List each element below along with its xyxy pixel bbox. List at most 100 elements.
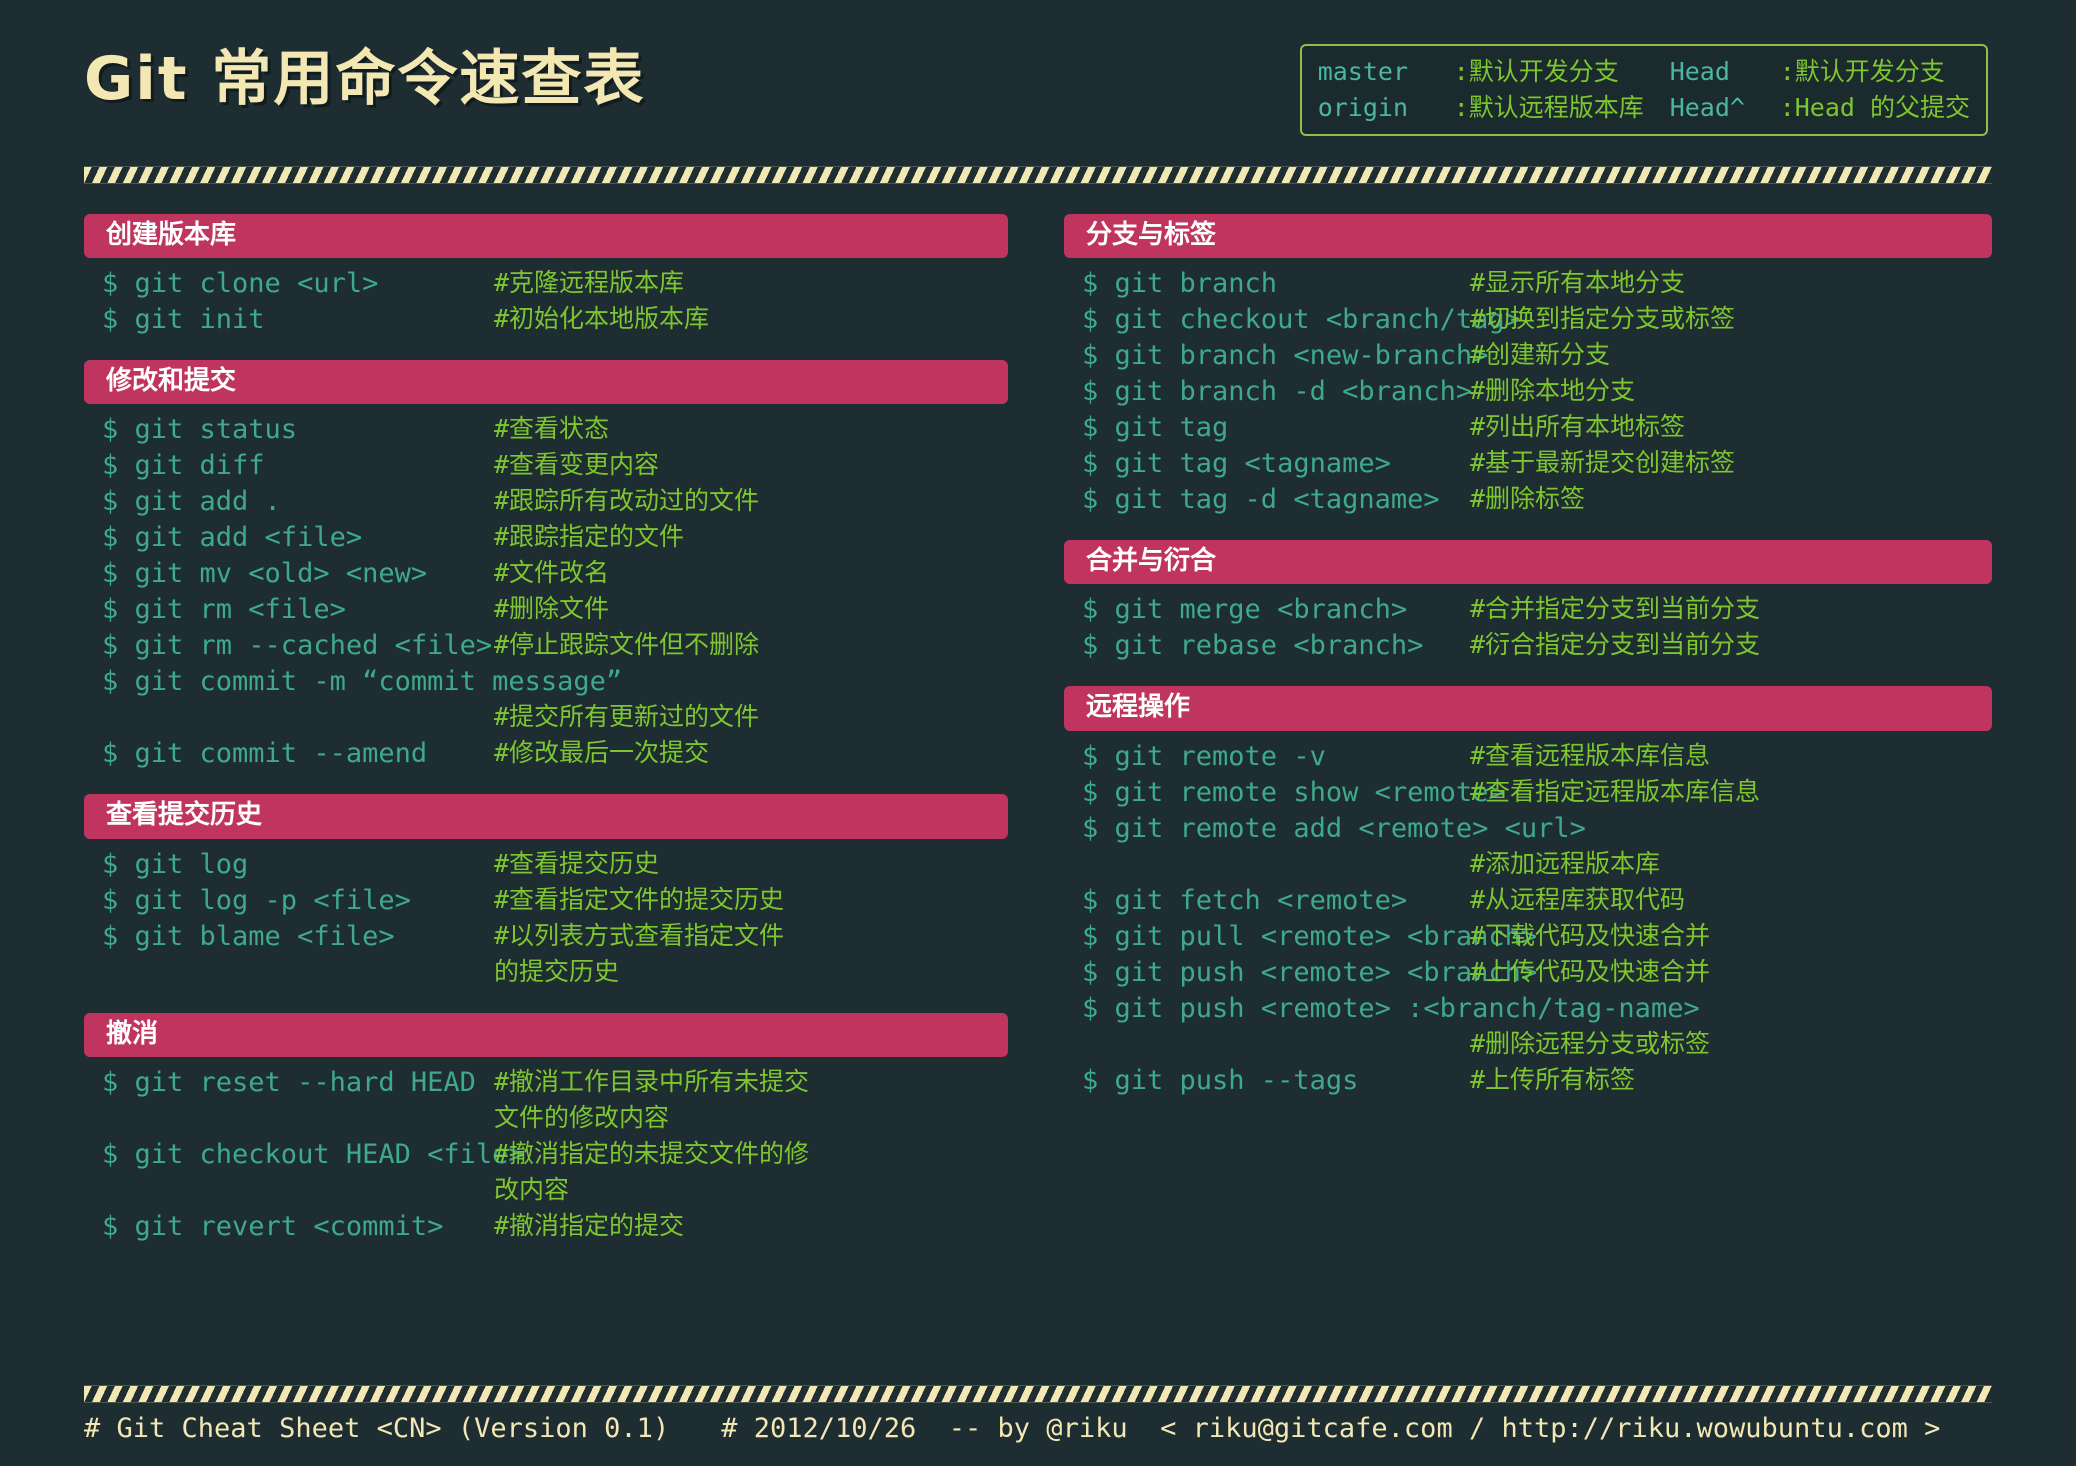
command-row: $ git branch <new-branch> #创建新分支 xyxy=(1082,338,1992,374)
command-row: $ git rm --cached <file> #停止跟踪文件但不删除 xyxy=(102,628,1008,664)
command-row: $ git merge <branch> #合并指定分支到当前分支 xyxy=(1082,592,1992,628)
legend-desc-head: :默认开发分支 xyxy=(1779,57,1945,86)
command-row: $ git remote -v #查看远程版本库信息 xyxy=(1082,739,1992,775)
command-comment: 文件的修改内容 xyxy=(494,1102,670,1132)
command-list: $ git clone <url> #克隆远程版本库 $ git init #初始化本… xyxy=(84,266,1008,338)
command-row: $ git commit --amend #修改最后一次提交 xyxy=(102,736,1008,772)
command-text: $ git reset --hard HEAD xyxy=(102,1066,476,1098)
command-text: $ git blame <file> xyxy=(102,920,395,952)
footer-credit: # 2012/10/26 -- by @riku < riku@gitcafe.… xyxy=(721,1413,1941,1444)
page-header: Git 常用命令速查表 master :默认开发分支 Head :默认开发分支 … xyxy=(70,0,2006,160)
command-comment: #上传代码及快速合并 xyxy=(1470,956,1711,986)
command-row: 的提交历史 xyxy=(102,955,1008,991)
footer-text-row: # Git Cheat Sheet <CN> (Version 0.1) # 2… xyxy=(70,1403,2006,1444)
divider-stripes-bottom xyxy=(84,1385,1992,1403)
command-row: $ git mv <old> <new> #文件改名 xyxy=(102,556,1008,592)
command-text xyxy=(102,1101,494,1137)
section: 修改和提交 $ git status #查看状态 $ git diff #查看变更内容 $… xyxy=(84,360,1008,772)
command-text: $ git rebase <branch> xyxy=(1082,630,1424,662)
command-comment: #以列表方式查看指定文件 xyxy=(494,920,785,950)
command-text: $ git branch -d <branch> xyxy=(1082,376,1473,408)
divider-stripes-top xyxy=(84,166,1992,184)
command-text: $ git push <remote> <branch> xyxy=(1082,956,1538,988)
command-comment: #初始化本地版本库 xyxy=(494,304,710,334)
command-text: $ git log xyxy=(102,848,249,880)
command-text: $ git revert <commit> xyxy=(102,1210,444,1242)
legend-cell-master: master :默认开发分支 xyxy=(1318,54,1670,90)
command-row: $ git remote add <remote> <url> xyxy=(1082,811,1992,847)
section: 查看提交历史 $ git log #查看提交历史 $ git log -p <file… xyxy=(84,794,1008,990)
legend-term-master: master xyxy=(1317,57,1408,86)
command-text: $ git branch <new-branch> xyxy=(1082,340,1489,372)
command-row: $ git tag #列出所有本地标签 xyxy=(1082,410,1992,446)
command-comment: #衍合指定分支到当前分支 xyxy=(1470,630,1761,660)
command-text: $ git remote -v xyxy=(1082,740,1326,772)
command-comment: #下载代码及快速合并 xyxy=(1470,920,1711,950)
command-comment: #创建新分支 xyxy=(1470,340,1611,370)
command-list: $ git remote -v #查看远程版本库信息 $ git remote sh… xyxy=(1064,739,1992,1099)
command-comment: #删除远程分支或标签 xyxy=(1470,1028,1711,1058)
command-text: $ git branch xyxy=(1082,268,1278,300)
legend-row: origin :默认远程版本库 Head^ :Head 的父提交 xyxy=(1318,90,1970,126)
command-text: $ git fetch <remote> xyxy=(1082,884,1408,916)
command-text: $ git commit --amend xyxy=(102,738,428,770)
page-footer: # Git Cheat Sheet <CN> (Version 0.1) # 2… xyxy=(70,1385,2006,1444)
command-text: $ git checkout <branch/tag> xyxy=(1082,304,1521,336)
command-row: $ git tag -d <tagname> #删除标签 xyxy=(1082,482,1992,518)
command-row: $ git commit -m “commit message” xyxy=(102,664,1008,700)
command-row: $ git reset --hard HEAD #撤消工作目录中所有未提交 xyxy=(102,1065,1008,1101)
command-text: $ git add . xyxy=(102,486,281,518)
legend-row: master :默认开发分支 Head :默认开发分支 xyxy=(1318,54,1970,90)
command-text: $ git tag xyxy=(1082,412,1229,444)
command-text: $ git log -p <file> xyxy=(102,884,411,916)
command-row: $ git revert <commit> #撤消指定的提交 xyxy=(102,1209,1008,1245)
command-text xyxy=(102,1173,494,1209)
command-row: $ git clone <url> #克隆远程版本库 xyxy=(102,266,1008,302)
section: 创建版本库 $ git clone <url> #克隆远程版本库 $ git init… xyxy=(84,214,1008,338)
command-comment: #查看指定远程版本库信息 xyxy=(1470,776,1761,806)
command-text: $ git pull <remote> <branch> xyxy=(1082,920,1538,952)
command-comment: #查看提交历史 xyxy=(494,848,660,878)
command-comment: #上传所有标签 xyxy=(1470,1064,1636,1094)
section-header: 远程操作 xyxy=(1064,686,1992,731)
command-text xyxy=(102,955,494,991)
command-text: $ git tag -d <tagname> xyxy=(1082,484,1440,516)
command-comment: #删除文件 xyxy=(494,594,610,624)
legend-desc-master: :默认开发分支 xyxy=(1453,57,1619,86)
command-row: 改内容 xyxy=(102,1173,1008,1209)
command-comment: #列出所有本地标签 xyxy=(1470,412,1686,442)
command-row: $ git branch -d <branch> #删除本地分支 xyxy=(1082,374,1992,410)
command-row: $ git init #初始化本地版本库 xyxy=(102,302,1008,338)
section: 撤消 $ git reset --hard HEAD #撤消工作目录中所有未提交 文件… xyxy=(84,1012,1008,1245)
command-row: 文件的修改内容 xyxy=(102,1101,1008,1137)
command-list: $ git log #查看提交历史 $ git log -p <file> #查看指定… xyxy=(84,847,1008,991)
command-text: $ git remote show <remote> xyxy=(1082,776,1505,808)
command-comment: #切换到指定分支或标签 xyxy=(1470,304,1736,334)
command-row: #提交所有更新过的文件 xyxy=(102,700,1008,736)
command-row: $ git rm <file> #删除文件 xyxy=(102,592,1008,628)
command-text: $ git init xyxy=(102,304,265,336)
section-header: 创建版本库 xyxy=(84,214,1008,259)
command-comment: #撤消指定的提交 xyxy=(494,1210,685,1240)
command-comment: #查看远程版本库信息 xyxy=(1470,740,1711,770)
command-comment: #删除本地分支 xyxy=(1470,376,1636,406)
legend-term-head-parent: Head^ xyxy=(1669,92,1745,122)
right-column: 分支与标签 $ git branch #显示所有本地分支 $ git checkout… xyxy=(1038,214,2006,1267)
section-header: 撤消 xyxy=(84,1012,1008,1057)
command-row: $ git blame <file> #以列表方式查看指定文件 xyxy=(102,919,1008,955)
command-row: $ git checkout HEAD <file> #撤消指定的未提交文件的修 xyxy=(102,1137,1008,1173)
command-row: $ git push <remote> <branch> #上传代码及快速合并 xyxy=(1082,955,1992,991)
legend-cell-head: Head :默认开发分支 xyxy=(1670,54,1945,90)
command-row: $ git tag <tagname> #基于最新提交创建标签 xyxy=(1082,446,1992,482)
command-text: $ git status xyxy=(102,414,298,446)
section-header: 修改和提交 xyxy=(84,360,1008,405)
legend-desc-origin: :默认远程版本库 xyxy=(1453,92,1644,122)
command-comment: #跟踪所有改动过的文件 xyxy=(494,486,760,516)
command-text xyxy=(102,700,494,736)
section-header: 分支与标签 xyxy=(1064,214,1992,259)
section-header: 查看提交历史 xyxy=(84,794,1008,839)
section: 合并与衍合 $ git merge <branch> #合并指定分支到当前分支 $ g… xyxy=(1064,540,1992,664)
command-row: $ git rebase <branch> #衍合指定分支到当前分支 xyxy=(1082,628,1992,664)
command-text: $ git rm <file> xyxy=(102,594,346,626)
legend-desc-head-parent: :Head 的父提交 xyxy=(1779,92,1970,122)
